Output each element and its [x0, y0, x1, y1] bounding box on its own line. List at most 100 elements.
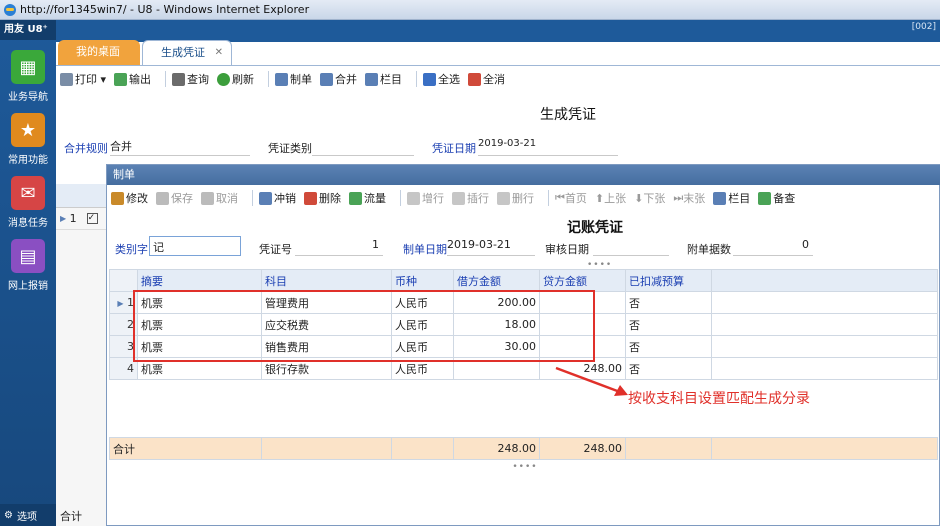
make-icon [275, 72, 289, 86]
columns-icon [365, 72, 379, 86]
dialog-title: 制单 [107, 165, 940, 185]
flow-icon [349, 191, 362, 205]
doc-icon: ▤ [11, 239, 45, 273]
col-header-account[interactable]: 科目 [261, 269, 392, 292]
edit-button[interactable]: 修改 [111, 190, 148, 206]
reverse-icon [259, 191, 272, 205]
voucher-type-field[interactable] [312, 138, 414, 156]
make-voucher-button[interactable]: 制单 [275, 71, 312, 87]
voucher-title: 记账凭证 [567, 220, 623, 236]
voucher-type-label: 凭证类别 [268, 142, 312, 155]
cashflow-button[interactable]: 流量 [349, 190, 386, 206]
memo-icon [758, 191, 772, 205]
tab-generate-voucher[interactable]: 生成凭证 ✕ [142, 40, 232, 66]
category-input[interactable]: 记 [149, 236, 241, 256]
date-label: 制单日期 [403, 243, 447, 256]
sidebar-item-favorites[interactable]: ★ 常用功能 [0, 113, 56, 166]
reverse-button[interactable]: 冲销 [259, 190, 296, 206]
voucher-no-field[interactable]: 1 [295, 238, 383, 256]
save-icon [156, 191, 169, 205]
voucher-date-field[interactable]: 2019-03-21 [478, 138, 618, 156]
cancel-button[interactable]: 取消 [201, 190, 238, 206]
next-button[interactable]: ⬇ 下张 [634, 190, 665, 206]
merge-icon [320, 72, 334, 86]
save-button[interactable]: 保存 [156, 190, 193, 206]
delete-row-icon [497, 191, 510, 205]
arrow-down-icon: ⬇ [634, 191, 644, 205]
top-band: [002] [56, 20, 940, 42]
mail-icon: ✉ [11, 176, 45, 210]
export-icon [114, 72, 128, 86]
close-icon[interactable]: ✕ [215, 41, 223, 65]
columns-icon [713, 191, 727, 205]
tab-desktop[interactable]: 我的桌面 [58, 40, 140, 66]
sidebar-item-messages[interactable]: ✉ 消息任务 [0, 176, 56, 229]
first-page-button[interactable]: ⏮ 首页 [555, 190, 587, 206]
sidebar-options[interactable]: ⚙ 选项 [0, 504, 56, 526]
last-icon: ⏭ [673, 191, 684, 204]
last-page-button[interactable]: ⏭ 末张 [673, 190, 705, 206]
refresh-button[interactable]: 刷新 [217, 71, 254, 87]
output-button[interactable]: 输出 [114, 71, 151, 87]
columns-button[interactable]: 栏目 [365, 71, 402, 87]
merge-rule-label: 合并规则 [64, 142, 108, 155]
window-title: http://for1345win7/ - U8 - Windows Inter… [20, 3, 310, 16]
col-header-currency[interactable]: 币种 [391, 269, 454, 292]
merge-button[interactable]: 合并 [320, 71, 357, 87]
delete-icon [304, 191, 317, 205]
query-button[interactable]: 查询 [172, 71, 209, 87]
attachments-field[interactable]: 0 [733, 238, 813, 256]
empty-area [110, 380, 938, 438]
select-all-icon [423, 72, 437, 86]
deselect-all-button[interactable]: 全消 [468, 71, 505, 87]
main-toolbar: 打印 ▾ 输出 查询 刷新 制单 合并 栏目 全选 全消 [60, 68, 940, 90]
audit-date-field[interactable] [593, 238, 669, 256]
highlight-box [133, 290, 595, 362]
window-titlebar: http://for1345win7/ - U8 - Windows Inter… [0, 0, 940, 20]
row-checkbox[interactable]: ✓ [86, 213, 98, 224]
prev-button[interactable]: ⬆ 上张 [595, 190, 626, 206]
binoculars-icon [172, 72, 186, 86]
nav-icon: ▦ [11, 50, 45, 84]
print-button[interactable]: 打印 ▾ [60, 71, 106, 87]
category-label: 类别字 [115, 243, 148, 256]
dialog-toolbar: 修改 保存 取消 冲销 删除 流量 增行 插行 删行 ⏮ 首页 ⬆ 上张 ⬇ 下张 ⏭… [111, 187, 937, 209]
sidebar: 用友 U8⁺ ▦ 业务导航 ★ 常用功能 ✉ 消息任务 ▤ 网上报销 ⚙ 选项 [0, 20, 56, 526]
memo-button[interactable]: 备查 [758, 190, 795, 206]
refresh-icon [217, 72, 231, 86]
annotation-arrow [555, 366, 628, 396]
insert-row-icon [452, 191, 465, 205]
voucher-date-label: 凭证日期 [432, 142, 476, 155]
dialog-columns-button[interactable]: 栏目 [713, 190, 750, 206]
col-header-credit[interactable]: 贷方金额 [539, 269, 626, 292]
delete-button[interactable]: 删除 [304, 190, 341, 206]
stub-total-label: 合计 [60, 510, 82, 523]
printer-icon [60, 72, 73, 86]
sidebar-item-reimburse[interactable]: ▤ 网上报销 [0, 239, 56, 292]
delete-row-button[interactable]: 删行 [497, 190, 534, 206]
tab-divider [56, 65, 940, 66]
row-pointer-icon: ▶ [117, 299, 124, 308]
add-row-button[interactable]: 增行 [407, 190, 444, 206]
table-row[interactable]: ▶ 1 ✓ [56, 208, 107, 230]
add-row-icon [407, 191, 420, 205]
sidebar-item-nav[interactable]: ▦ 业务导航 [0, 50, 56, 103]
col-header-debit[interactable]: 借方金额 [453, 269, 540, 292]
voucher-no-label: 凭证号 [259, 243, 292, 256]
select-all-button[interactable]: 全选 [423, 71, 460, 87]
main-grid-stub: ▶ 1 ✓ 合计 [56, 184, 108, 526]
attachments-label: 附单据数 [687, 243, 731, 256]
app-logo: 用友 U8⁺ [0, 20, 56, 40]
col-header-budget[interactable]: 已扣减预算 [625, 269, 712, 292]
insert-row-button[interactable]: 插行 [452, 190, 489, 206]
splitter-handle[interactable]: •••• [109, 462, 940, 472]
total-row: 合计 248.00 248.00 [109, 437, 938, 460]
annotation-text: 按收支科目设置匹配生成分录 [628, 391, 810, 407]
col-header-summary[interactable]: 摘要 [137, 269, 262, 292]
date-field[interactable]: 2019-03-21 [447, 238, 535, 256]
cancel-icon [201, 191, 214, 205]
pencil-icon [111, 191, 124, 205]
page-title: 生成凭证 [540, 107, 596, 123]
merge-rule-field[interactable]: 合并 [110, 138, 250, 156]
first-icon: ⏮ [555, 191, 565, 204]
